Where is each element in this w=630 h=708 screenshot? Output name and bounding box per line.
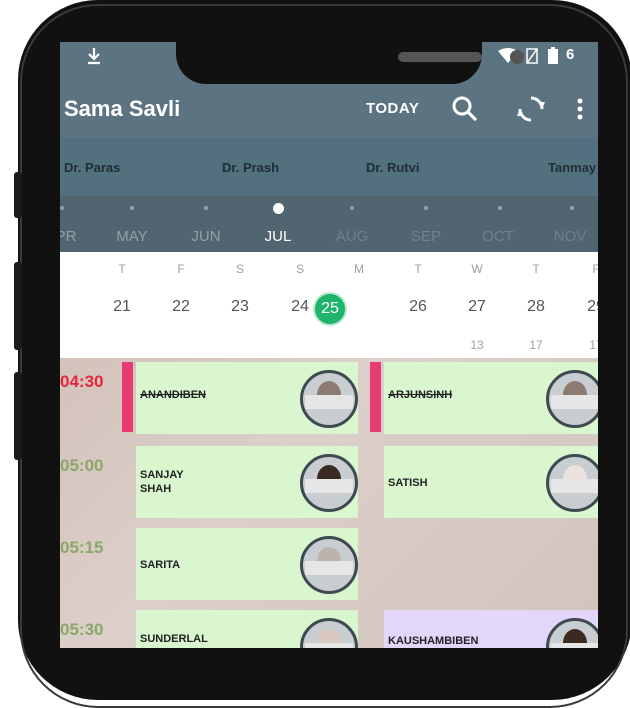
patient-avatar bbox=[546, 454, 598, 512]
month-dot bbox=[570, 206, 574, 210]
day-number: 28 bbox=[527, 298, 545, 315]
month-dot bbox=[130, 206, 134, 210]
download-icon bbox=[86, 46, 102, 71]
no-sim-icon bbox=[526, 48, 538, 69]
appointment-card[interactable]: SARITA bbox=[136, 528, 358, 600]
appointment-grid: 04:30 05:00 05:15 05:30 ANANDIBEN ARJUNS… bbox=[60, 358, 598, 648]
day-name: M bbox=[354, 262, 364, 276]
patient-name: ARJUNSINH bbox=[388, 389, 453, 401]
day-number: 21 bbox=[113, 298, 131, 315]
month-item[interactable]: SEP bbox=[396, 228, 456, 245]
battery-text: 6 bbox=[566, 46, 575, 63]
month-item[interactable]: JUN bbox=[176, 228, 236, 245]
appointment-card[interactable]: ANANDIBEN bbox=[136, 362, 358, 434]
patient-name: SANJAY SHAH bbox=[140, 469, 184, 495]
appointment-card[interactable]: SUNDERLAL bbox=[136, 610, 358, 648]
appointment-card[interactable]: SATISH bbox=[384, 446, 598, 518]
day-number-today: 25 bbox=[313, 292, 347, 326]
phone-volume-up bbox=[14, 262, 22, 350]
camera-notch bbox=[176, 42, 524, 84]
month-item[interactable]: MAY bbox=[102, 228, 162, 245]
app-bar: Sama Savli TODAY bbox=[60, 84, 598, 138]
day-number: 27 bbox=[468, 298, 486, 315]
cancel-marker bbox=[122, 362, 133, 432]
day-name: S bbox=[295, 262, 304, 276]
day-name: F bbox=[592, 262, 598, 276]
month-item-selected[interactable]: JUL bbox=[248, 228, 308, 245]
patient-avatar bbox=[546, 618, 598, 648]
cancel-marker bbox=[370, 362, 381, 432]
appointment-card[interactable]: KAUSHAMBIBEN bbox=[384, 610, 598, 648]
patient-avatar bbox=[300, 618, 358, 648]
appointment-card[interactable]: SANJAY SHAH bbox=[136, 446, 358, 518]
phone-side-button bbox=[14, 172, 22, 218]
day-count: 13 bbox=[470, 338, 484, 352]
time-slot-label: 04:30 bbox=[60, 372, 104, 391]
month-dot-selected bbox=[273, 203, 284, 214]
month-selector: PR MAY JUN JUL AUG SEP OCT NOV bbox=[60, 196, 598, 252]
more-vert-icon[interactable] bbox=[570, 92, 590, 126]
day-number: 26 bbox=[409, 298, 427, 315]
status-bar: 6 bbox=[60, 42, 598, 84]
patient-name: KAUSHAMBIBEN bbox=[388, 635, 479, 647]
search-icon[interactable] bbox=[448, 92, 482, 126]
patient-name: SARITA bbox=[140, 559, 181, 571]
phone-volume-down bbox=[14, 372, 22, 460]
week-day-strip: T 21 F 22 S 23 S 24 M 25 T 26 W 27 13 T … bbox=[60, 252, 598, 358]
earpiece-speaker bbox=[398, 52, 482, 62]
day-name: F bbox=[177, 262, 185, 276]
app-screen: 6 Sama Savli TODAY Dr. Paras Dr. Prash D… bbox=[60, 42, 598, 648]
month-item[interactable]: OCT bbox=[468, 228, 528, 245]
doctor-bar: Dr. Paras Dr. Prash Dr. Rutvi Tanmay bbox=[60, 138, 598, 196]
sync-icon[interactable] bbox=[514, 92, 548, 126]
month-dot bbox=[204, 206, 208, 210]
app-title: Sama Savli bbox=[64, 96, 181, 121]
patient-name: ANANDIBEN bbox=[140, 389, 206, 401]
day-count: 17 bbox=[589, 338, 598, 352]
doctor-tab[interactable]: Tanmay bbox=[548, 160, 596, 175]
month-dot bbox=[424, 206, 428, 210]
doctor-tab[interactable]: Dr. Prash bbox=[222, 160, 279, 175]
patient-name: SUNDERLAL bbox=[140, 633, 208, 645]
day-name: T bbox=[118, 262, 126, 276]
patient-name: SATISH bbox=[388, 477, 428, 489]
month-item[interactable]: AUG bbox=[322, 228, 382, 245]
month-item[interactable]: NOV bbox=[540, 228, 598, 245]
patient-avatar bbox=[546, 370, 598, 428]
time-slot-label: 05:30 bbox=[60, 620, 104, 639]
patient-avatar bbox=[300, 536, 358, 594]
month-dot bbox=[350, 206, 354, 210]
front-camera bbox=[510, 50, 524, 64]
time-slot-label: 05:00 bbox=[60, 456, 104, 475]
today-button[interactable]: TODAY bbox=[366, 100, 419, 117]
day-number: 23 bbox=[231, 298, 249, 315]
month-dot bbox=[60, 206, 64, 210]
month-dot bbox=[498, 206, 502, 210]
day-count: 17 bbox=[529, 338, 543, 352]
day-number: 29 bbox=[587, 298, 598, 315]
doctor-tab[interactable]: Dr. Rutvi bbox=[366, 160, 419, 175]
day-name: W bbox=[471, 262, 483, 276]
appointment-card[interactable]: ARJUNSINH bbox=[384, 362, 598, 434]
day-name: T bbox=[532, 262, 540, 276]
doctor-tab[interactable]: Dr. Paras bbox=[64, 160, 120, 175]
patient-avatar bbox=[300, 454, 358, 512]
day-name: T bbox=[414, 262, 422, 276]
battery-icon bbox=[548, 47, 558, 69]
time-slot-label: 05:15 bbox=[60, 538, 104, 557]
day-name: S bbox=[235, 262, 244, 276]
patient-avatar bbox=[300, 370, 358, 428]
month-item[interactable]: PR bbox=[60, 228, 96, 245]
day-number: 22 bbox=[172, 298, 190, 315]
